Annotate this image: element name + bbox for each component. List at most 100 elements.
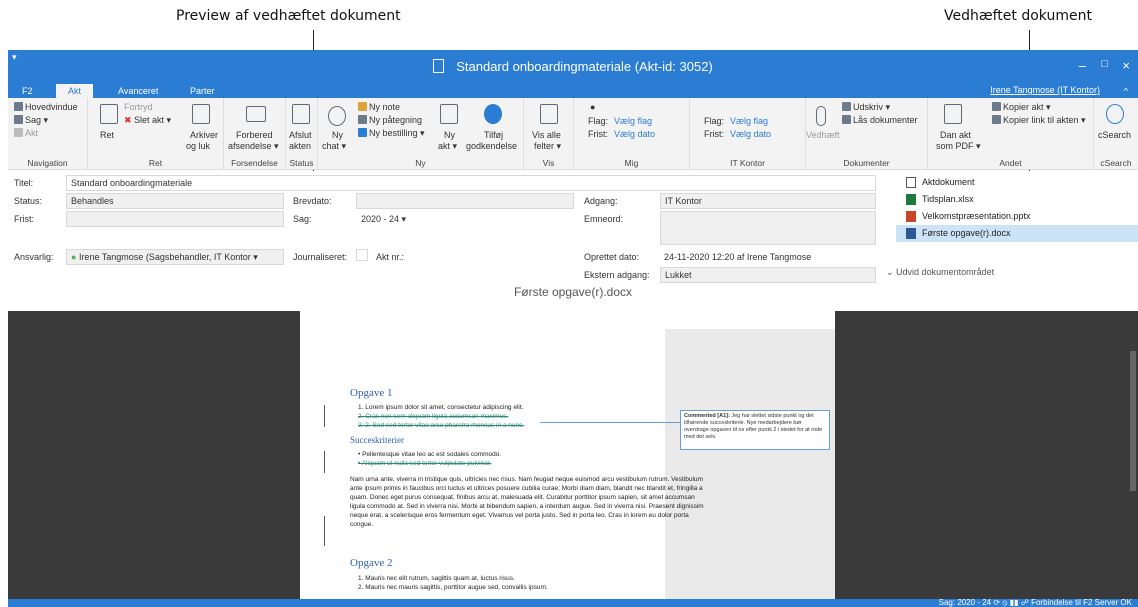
oprettet-label: Oprettet dato: xyxy=(584,252,640,262)
emneord-field[interactable] xyxy=(660,211,876,245)
afslut-label-1[interactable]: Afslut xyxy=(289,130,312,141)
attachment-item[interactable]: Velkomstpræsentation.pptx xyxy=(896,208,1138,225)
hovedvindue-button[interactable]: Hovedvindue xyxy=(14,102,78,113)
group-label-navigation: Navigation xyxy=(27,158,68,168)
itk-flag-select[interactable]: Vælg flag xyxy=(730,116,768,127)
arkiver-label-2[interactable]: og luk xyxy=(186,141,210,152)
expand-icon: ⌄ xyxy=(886,267,897,277)
change-bar xyxy=(324,516,325,546)
online-status-icon: ● xyxy=(71,252,79,262)
attachment-item[interactable]: Tidsplan.xlsx xyxy=(896,191,1138,208)
arkiver-label-1[interactable]: Arkiver xyxy=(190,130,218,141)
screenshot-root: Preview af vedhæftet dokument Vedhæftet … xyxy=(0,0,1138,607)
oprettet-value: 24-11-2020 12:20 af Irene Tangmose xyxy=(664,252,812,262)
list-item: 2. Cras non sem aliquam ligula accumsan … xyxy=(358,413,509,420)
mig-frist-select[interactable]: Vælg dato xyxy=(614,129,655,140)
minimize-button[interactable]: – xyxy=(1079,58,1086,73)
ribbon-tabs: F2 Akt Avanceret Parter Irene Tangmose (… xyxy=(8,84,1138,98)
ny-akt-label-1[interactable]: Ny xyxy=(444,130,455,141)
ekstern-adgang-select[interactable]: Lukket xyxy=(660,267,876,283)
attachment-item[interactable]: Første opgave(r).docx xyxy=(896,225,1138,242)
tab-akt[interactable]: Akt xyxy=(56,84,94,98)
forbered-label-1[interactable]: Forbered xyxy=(236,130,273,141)
attachment-name: Velkomstpræsentation.pptx xyxy=(922,211,1031,221)
group-vis: Vis alle felter ▾ Vis xyxy=(524,98,574,170)
expand-document-area[interactable]: ⌄ Udvid dokumentområdet xyxy=(886,267,994,278)
akt-button[interactable]: Akt xyxy=(14,128,38,139)
ny-akt-label-2[interactable]: akt ▾ xyxy=(438,141,457,152)
brevdato-field[interactable] xyxy=(356,193,574,209)
titel-field[interactable]: Standard onboardingmateriale xyxy=(66,175,876,191)
group-label-csearch: cSearch xyxy=(1100,158,1132,168)
hovedvindue-label: Hovedvindue xyxy=(25,102,78,112)
body-paragraph: Nam urna ante, viverra in tristique quis… xyxy=(350,476,704,528)
dan-akt-label-2[interactable]: som PDF ▾ xyxy=(936,141,981,152)
list-item: 1. Mauris nec elit rutrum, sagittis quam… xyxy=(358,575,515,582)
tilfoej-label-2[interactable]: godkendelse xyxy=(466,141,517,152)
csearch-button[interactable]: cSearch xyxy=(1098,130,1131,141)
ansvarlig-value: Irene Tangmose (Sagsbehandler, IT Kontor… xyxy=(78,252,258,262)
scrollbar-thumb[interactable] xyxy=(1130,351,1136,491)
sag-button[interactable]: Sag ▾ xyxy=(14,115,48,126)
fortryd-button[interactable]: Fortryd xyxy=(124,102,153,113)
tab-f2[interactable]: F2 xyxy=(22,85,33,97)
group-label-it-kontor: IT Kontor xyxy=(730,158,765,168)
group-label-vis: Vis xyxy=(542,158,555,168)
vis-alle-label-1[interactable]: Vis alle xyxy=(532,130,561,141)
akt-nr-label: Akt nr.: xyxy=(376,252,405,262)
ny-paategning-button[interactable]: Ny påtegning xyxy=(358,115,422,126)
sag-select[interactable]: 2020 - 24 ▾ xyxy=(356,211,574,245)
dan-akt-label-1[interactable]: Dan akt xyxy=(940,130,971,141)
group-label-andet: Andet xyxy=(999,158,1022,168)
kopier-link-button[interactable]: Kopier link til akten ▾ xyxy=(992,115,1086,126)
vis-alle-label-2[interactable]: felter ▾ xyxy=(534,141,561,152)
close-button[interactable]: × xyxy=(1122,58,1130,73)
ny-chat-label-2[interactable]: chat ▾ xyxy=(322,141,346,152)
frist-field[interactable] xyxy=(66,211,284,227)
laas-button[interactable]: Lås dokumenter xyxy=(842,115,918,126)
collapse-ribbon-button[interactable]: ^ xyxy=(1124,85,1128,97)
tab-avanceret[interactable]: Avanceret xyxy=(118,85,158,97)
journaliseret-checkbox[interactable] xyxy=(356,249,368,261)
status-select[interactable]: Behandles xyxy=(66,193,284,209)
ny-note-button[interactable]: Ny note xyxy=(358,102,400,113)
slet-akt-button[interactable]: ✖ Slet akt ▾ xyxy=(124,115,171,126)
preview-scrollbar[interactable] xyxy=(1128,311,1138,601)
group-dokumenter: Vedhæft Udskriv ▾ Lås dokumenter Dokumen… xyxy=(806,98,928,170)
comment-margin xyxy=(665,329,835,601)
vedhaeft-button[interactable]: Vedhæft xyxy=(806,130,840,141)
mig-flag-select[interactable]: Vælg flag xyxy=(614,116,652,127)
udskriv-button[interactable]: Udskriv ▾ xyxy=(842,102,890,113)
document-preview[interactable]: Commented [A1]: Jeg har slettet sidste p… xyxy=(8,311,1138,601)
itk-frist-label: Frist: xyxy=(704,129,724,139)
group-label-status: Status xyxy=(289,158,314,168)
copy-icon xyxy=(992,102,1001,111)
attachment-item[interactable]: Aktdokument xyxy=(896,174,1138,191)
ekstern-adgang-label: Ekstern adgang: xyxy=(584,270,650,280)
emneord-label: Emneord: xyxy=(584,214,624,224)
ny-chat-label-1[interactable]: Ny xyxy=(332,130,343,141)
heading-opgave-1: Opgave 1 xyxy=(350,387,393,399)
ret-button[interactable]: Ret xyxy=(100,130,114,141)
forbered-label-2[interactable]: afsendelse ▾ xyxy=(228,141,279,152)
bullet-item: • Pellentesque vitae leo ac est sodales … xyxy=(358,451,502,458)
afslut-label-2[interactable]: akten xyxy=(289,141,311,152)
group-csearch: cSearch cSearch xyxy=(1094,98,1138,170)
tilfoej-label-1[interactable]: Tilføj xyxy=(484,130,503,141)
annotation-icon xyxy=(358,115,367,124)
itk-frist-select[interactable]: Vælg dato xyxy=(730,129,771,140)
list-item: 2. Mauris nec mauris sagittis, porttitor… xyxy=(358,584,548,591)
tab-parter[interactable]: Parter xyxy=(190,85,215,97)
group-forsendelse: Forbered afsendelse ▾ Forsendelse xyxy=(224,98,286,170)
kopier-akt-button[interactable]: Kopier akt ▾ xyxy=(992,102,1051,113)
user-link[interactable]: Irene Tangmose (IT Kontor) xyxy=(990,85,1100,95)
maximize-button[interactable]: □ xyxy=(1101,58,1108,70)
status-label: Status: xyxy=(14,196,43,206)
adgang-field[interactable]: IT Kontor xyxy=(660,193,876,209)
heading-opgave-2: Opgave 2 xyxy=(350,557,393,569)
ansvarlig-select[interactable]: ● Irene Tangmose (Sagsbehandler, IT Kont… xyxy=(66,249,284,265)
ny-bestilling-button[interactable]: Ny bestilling ▾ xyxy=(358,128,425,139)
adgang-label: Adgang: xyxy=(584,196,618,206)
document-icon xyxy=(433,59,445,73)
envelope-icon xyxy=(246,106,266,122)
